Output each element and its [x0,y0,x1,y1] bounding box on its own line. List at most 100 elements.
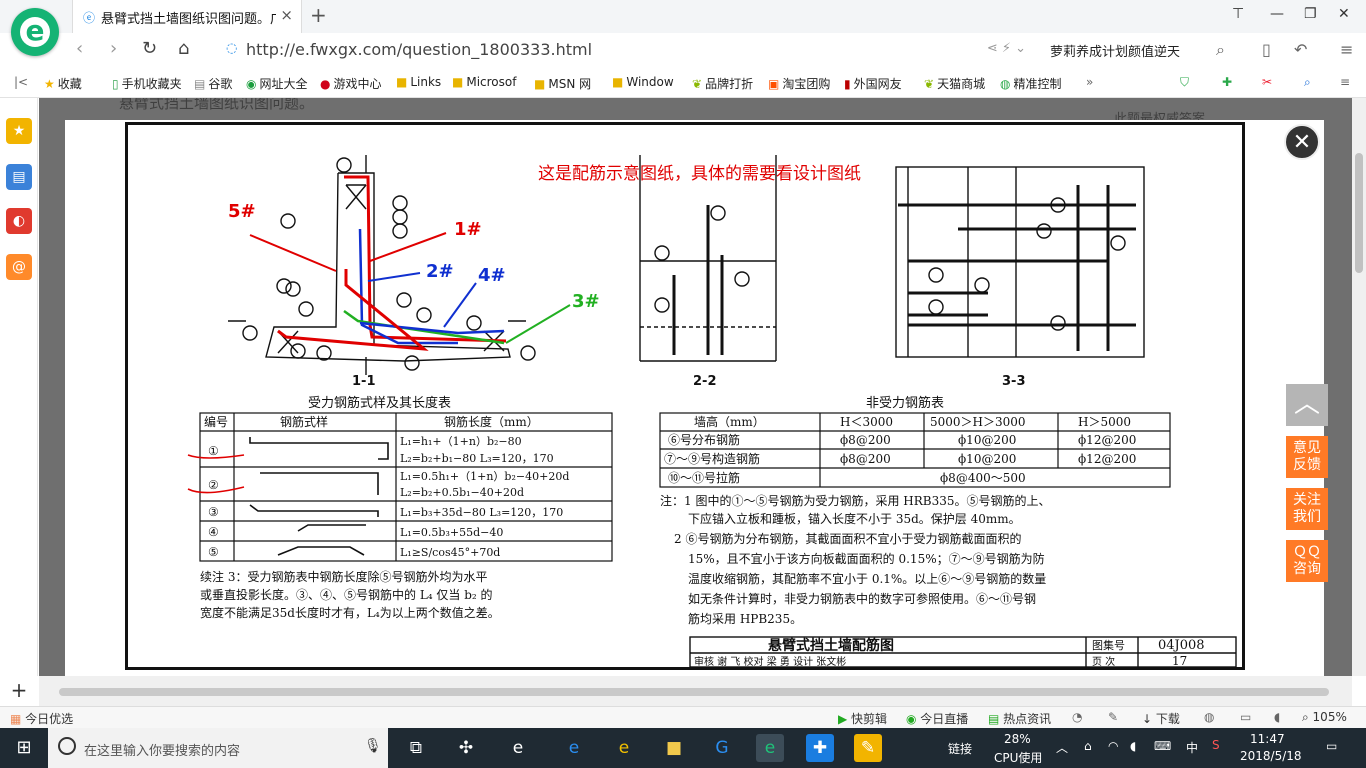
volume-icon[interactable]: ◖ [1130,739,1136,753]
bookmark-brand[interactable]: ❦ 品牌打折 [692,75,753,92]
refresh-button[interactable]: ↻ [142,38,157,59]
bookmark-links[interactable]: ■ Links [396,75,441,89]
add-panel-button[interactable]: + [0,676,38,706]
bookmark-hao[interactable]: ◉ 网址大全 [246,75,308,92]
game-icon: ● [320,77,331,91]
hot-news[interactable]: ▤ 热点资讯 [988,710,1051,727]
close-window-button[interactable]: ✕ [1338,6,1350,22]
forward-button[interactable]: › [110,38,117,59]
bookmark-precise[interactable]: ◍ 精准控制 [1000,75,1062,92]
clock-time[interactable]: 11:47 [1250,732,1285,746]
share-icon[interactable]: ⋖ ⚡ ⌄ [987,41,1026,56]
browser-taskbar-icon[interactable]: e [756,734,784,762]
app-plus-icon[interactable]: ✚ [806,734,834,762]
network-icon[interactable]: ⌂ [1084,739,1092,753]
search-icon[interactable]: ⌕ [1216,40,1225,60]
quick-edit[interactable]: ▶ 快剪辑 [838,710,887,727]
bookmark-google[interactable]: ▤ 谷歌 [194,75,232,92]
qq-consult-button[interactable]: ＱＱ 咨询 [1286,540,1328,582]
clean-icon[interactable]: ✎ [1108,710,1118,724]
skin-icon[interactable]: ⊤ [1232,6,1244,22]
right-note-line: 15%，且不宜小于该方向板截面面积的 0.15%；⑦～⑨号钢筋为防 [688,551,1045,566]
clock-date[interactable]: 2018/5/18 [1240,749,1302,763]
zoom-level[interactable]: ⌕ 105% [1302,710,1347,725]
bookmark-mobile[interactable]: ▯ 手机收藏夹 [112,75,182,92]
vertical-scrollbar[interactable] [1352,98,1366,676]
favorites-star-icon[interactable]: ★ [6,118,32,144]
task-view-icon[interactable]: ⧉ [402,734,430,762]
browser-tab[interactable]: ⓔ 悬臂式挡土墙图纸识图问题。广 × [72,0,302,33]
browser-window: ⓔ 悬臂式挡土墙图纸识图问题。广 × + ⊤ — ❐ ✕ e ‹ › ↻ ⌂ ◌… [0,0,1366,728]
address-bar[interactable]: ◌ http://e.fwxgx.com/question_1800333.ht… [220,37,1040,63]
keyboard-icon[interactable]: ⌨ [1154,739,1171,753]
bookmark-windows[interactable]: ■ Window [612,75,674,89]
search-icon[interactable]: ⌕ [1304,75,1311,90]
start-button[interactable]: ⊞ [0,728,48,768]
bookmark-taobao[interactable]: ▣ 淘宝团购 [768,75,830,92]
close-tab-icon[interactable]: × [280,6,293,24]
microphone-icon[interactable]: 🎙 [364,738,382,754]
shield-icon[interactable]: ⛉ [1180,75,1189,90]
app-fan-icon[interactable]: ✣ [452,734,480,762]
downloads[interactable]: ↓ 下载 [1142,710,1180,727]
more-icon[interactable]: ≡ [1340,75,1350,89]
back-button[interactable]: ‹ [76,38,83,59]
follow-us-button[interactable]: 关注 我们 [1286,488,1328,530]
edge-icon[interactable]: e [504,734,532,762]
notes-icon[interactable]: ✎ [854,734,882,762]
sound-icon[interactable]: ◖ [1274,710,1280,724]
edge-blue-icon[interactable]: e [560,734,588,762]
ime-indicator[interactable]: 中 [1186,739,1198,756]
mail-icon[interactable]: @ [6,254,32,280]
minimize-button[interactable]: — [1270,6,1284,22]
close-lightbox-button[interactable]: ✕ [1284,124,1320,160]
table-cell: ⑩～⑪号拉筋 [668,470,740,485]
links-toolbar[interactable]: 链接 [948,740,972,757]
view-label-1-1: 1-1 [352,374,376,389]
menu-icon[interactable]: ≡ [1340,40,1353,59]
bookmark-foreign[interactable]: ▮ 外国网友 [844,75,902,92]
weibo-icon[interactable]: ◐ [6,208,32,234]
reader-icon[interactable]: ▤ [6,164,32,190]
table-cell: ⑥号分布钢筋 [668,432,740,447]
mobile-icon[interactable]: ▯ [1262,40,1271,59]
scroll-thumb[interactable] [59,688,1329,696]
app-g-icon[interactable]: G [708,734,736,762]
horizontal-scrollbar[interactable] [39,676,1352,706]
home-button[interactable]: ⌂ [178,38,189,59]
window-icon[interactable]: ▭ [1240,710,1251,724]
sogou-icon[interactable]: S [1212,738,1220,752]
file-explorer-icon[interactable]: ■ [660,734,688,762]
table-cell: ϕ12@200 [1078,452,1136,466]
right-note-line: 注：1 图中的①～⑤号钢筋为受力钢筋，采用 HRB335。⑤号钢筋的上、 [660,493,1051,508]
bookmark-tmall[interactable]: ❦ 天猫商城 [924,75,985,92]
bookmark-games[interactable]: ● 游戏中心 [320,75,382,92]
sidebar-toggle-icon[interactable]: |< [14,75,28,89]
bookmarks-more-button[interactable]: » [1086,75,1093,89]
back-to-top-button[interactable]: ︿ [1286,384,1328,426]
ie-icon[interactable]: e [610,734,638,762]
scroll-thumb[interactable] [1355,153,1363,273]
url-text[interactable]: http://e.fwxgx.com/question_1800333.html [246,40,592,59]
browser-logo[interactable]: e [11,8,59,56]
today-picks[interactable]: ▦ 今日优选 [10,710,73,727]
feedback-button[interactable]: 意见 反馈 [1286,436,1328,478]
wifi-icon[interactable]: ◠ [1108,739,1118,753]
bookmark-microsoft[interactable]: ■ Microsof [452,75,516,89]
new-tab-button[interactable]: + [310,3,327,27]
add-icon[interactable]: ✚ [1222,75,1232,89]
promo-text[interactable]: 萝莉养成计划颜值逆天 [1050,41,1180,60]
taskbar-search[interactable]: 在这里输入你要搜索的内容 🎙 [48,728,388,768]
undo-icon[interactable]: ↶ [1294,40,1307,59]
bookmark-msn[interactable]: ■ MSN 网 [534,75,591,92]
page-number: 17 [1172,654,1187,667]
leaf-icon: ❦ [924,77,935,91]
tool-icon[interactable]: ◍ [1204,710,1214,724]
restore-button[interactable]: ❐ [1304,6,1317,22]
tray-arrow-icon[interactable]: ︿ [1056,739,1068,756]
scissors-icon[interactable]: ✂ [1262,75,1272,89]
today-live[interactable]: ◉ 今日直播 [906,710,968,727]
bookmark-favorites[interactable]: ★ 收藏 [44,75,82,92]
speed-icon[interactable]: ◔ [1072,710,1082,724]
action-center-icon[interactable]: ▭ [1326,739,1337,753]
